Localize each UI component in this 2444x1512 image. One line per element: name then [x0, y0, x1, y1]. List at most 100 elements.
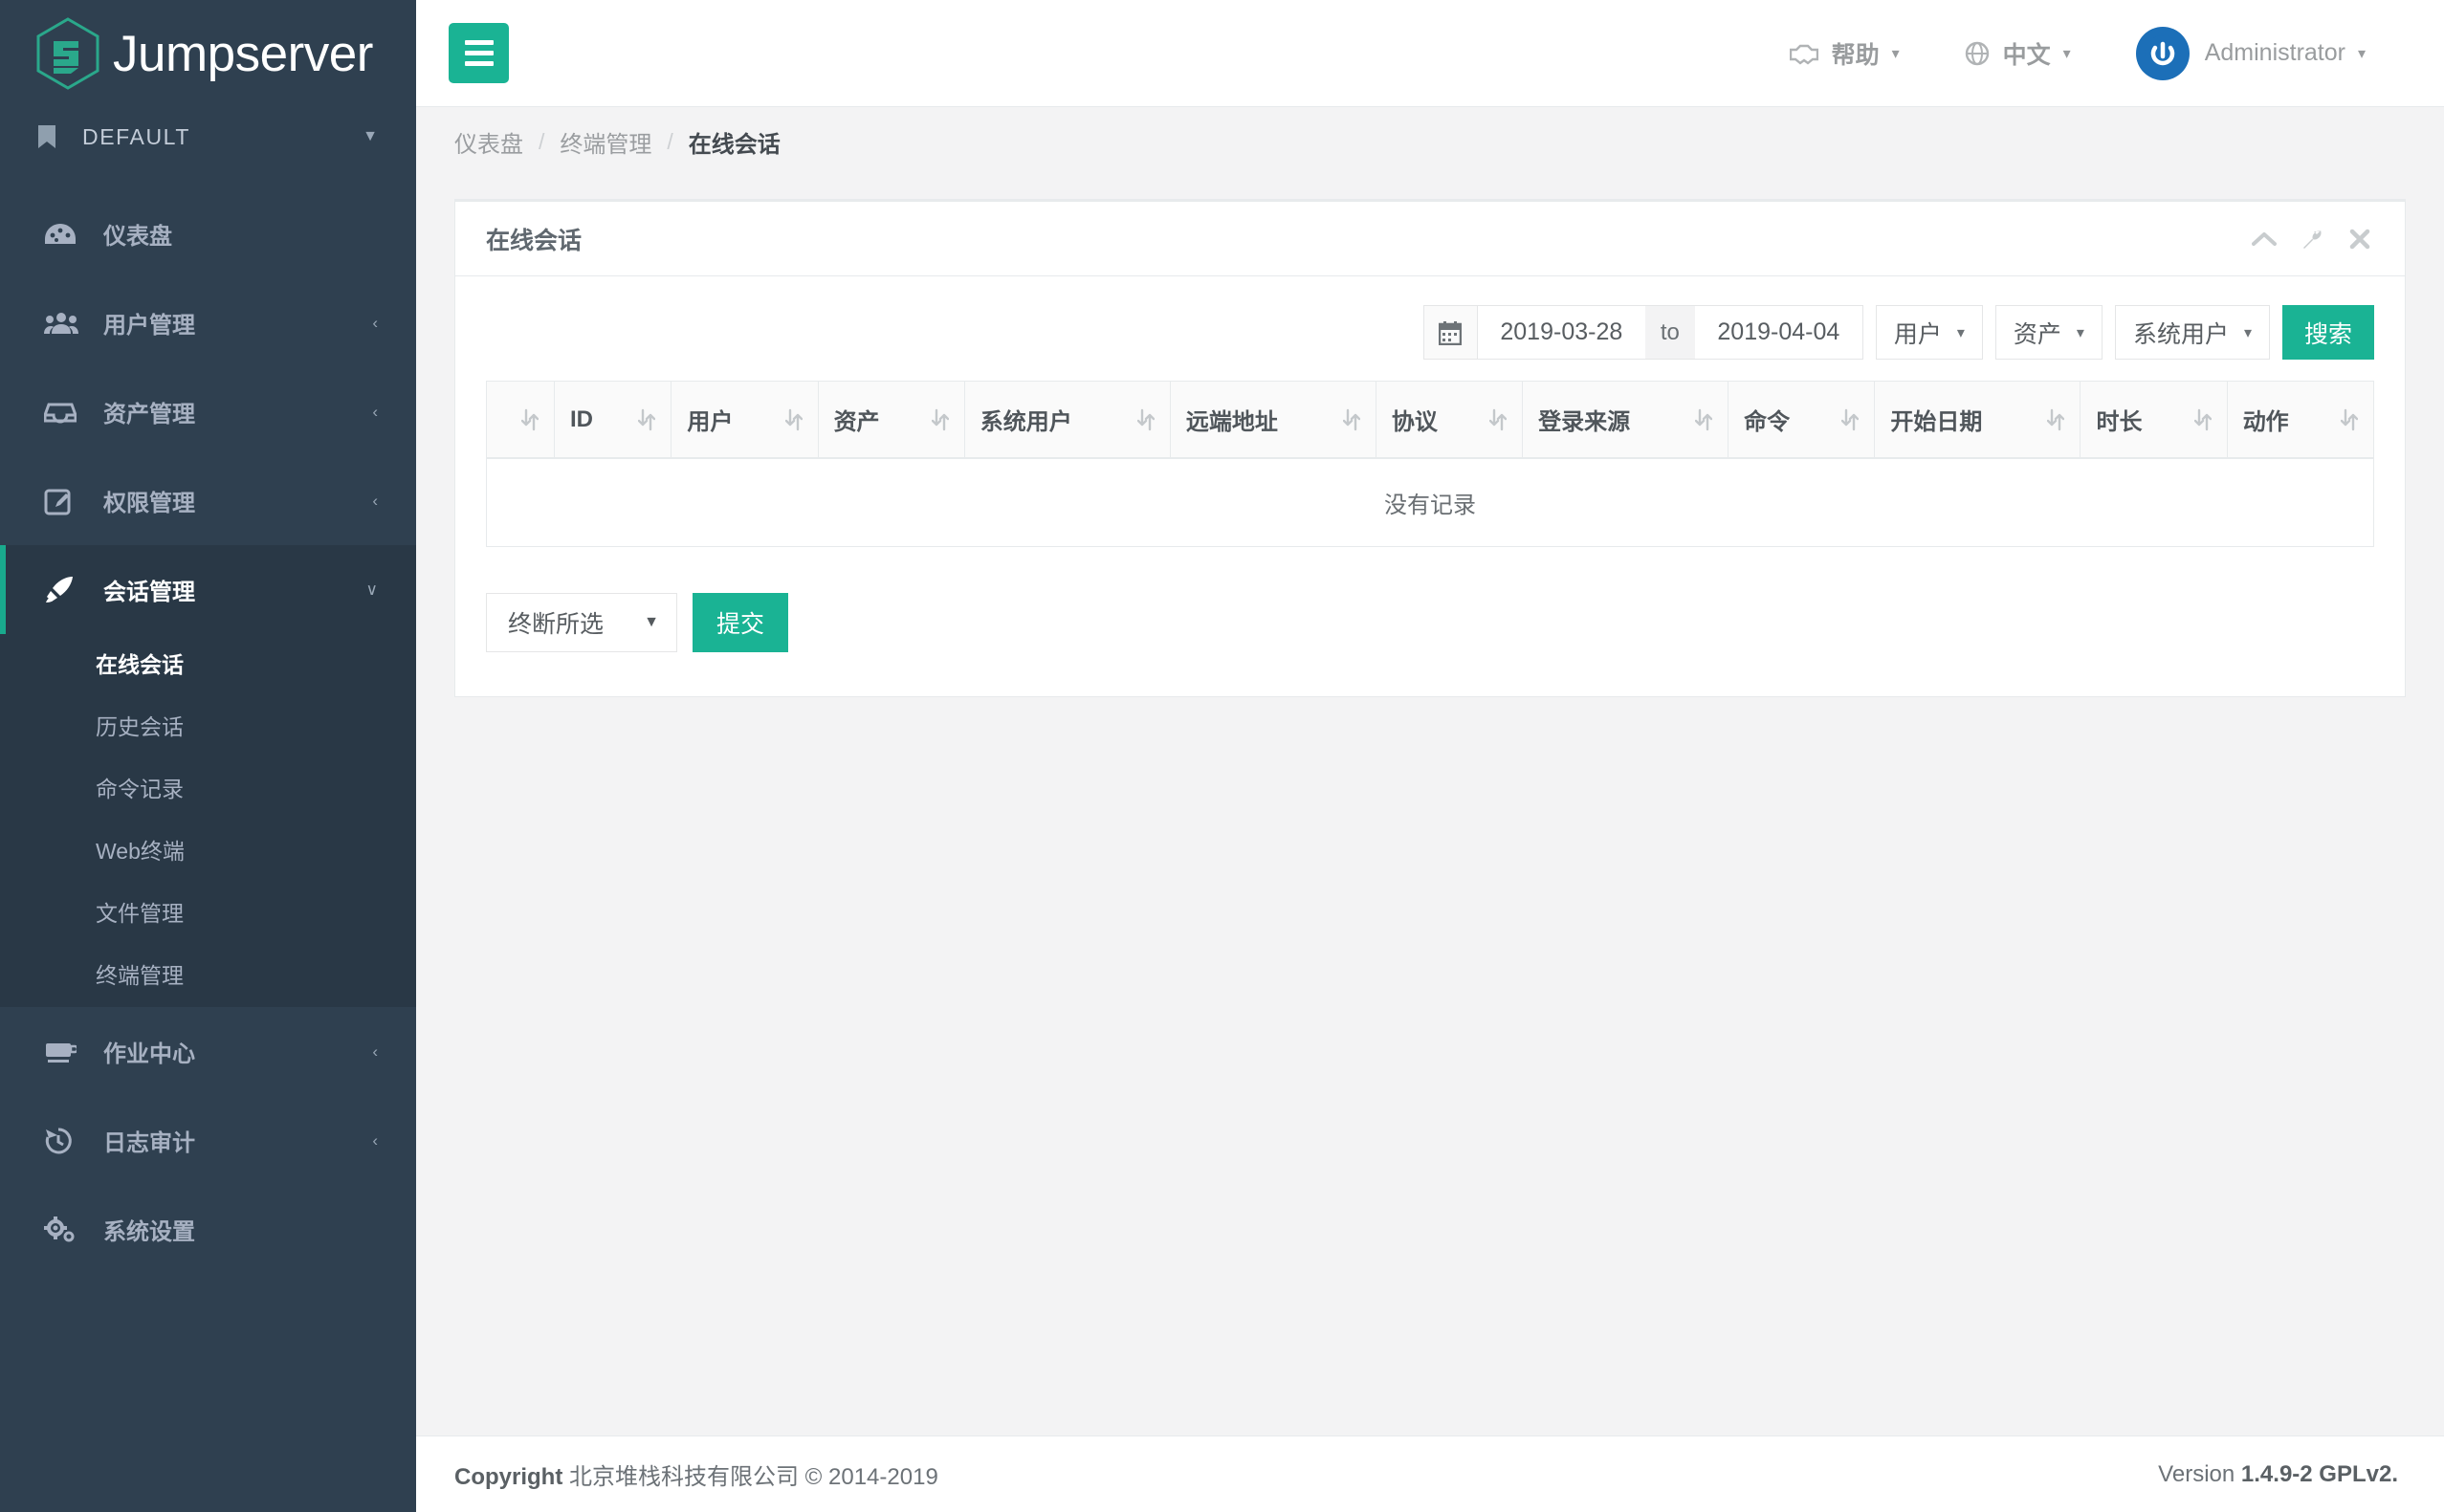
breadcrumb-item-dashboard[interactable]: 仪表盘 [454, 125, 523, 159]
sidebar-item-system-settings[interactable]: 系统设置 [0, 1185, 416, 1274]
sidebar-subitem-label[interactable]: 在线会话 [0, 634, 416, 696]
chevron-down-icon: ▼ [644, 614, 659, 630]
sidebar-subitem-label[interactable]: 终端管理 [0, 945, 416, 1007]
date-range-picker[interactable]: to [1422, 305, 1863, 360]
sidebar-item-job-center[interactable]: 作业中心 ‹ [0, 1007, 416, 1096]
hamburger-icon[interactable] [449, 23, 509, 83]
sidebar-item-permission-management[interactable]: 权限管理 ‹ [0, 456, 416, 545]
sort-icon [784, 408, 803, 431]
sort-icon [2193, 408, 2212, 431]
sort-icon [1342, 408, 1360, 431]
breadcrumb-separator: / [667, 128, 673, 154]
sidebar-item-asset-management[interactable]: 资产管理 ‹ [0, 367, 416, 456]
chevron-left-icon: ‹ [372, 1130, 378, 1150]
table-header-user[interactable]: 用户 [671, 381, 819, 459]
calendar-icon[interactable] [1423, 306, 1478, 359]
page-body: 在线会话 2019-03-28 to 2019-04-04 用户 ▾ 资产 ▾ … [416, 176, 2444, 1435]
date-from-input[interactable] [1477, 306, 1645, 359]
table-header-label: 开始日期 [1890, 409, 1983, 435]
table-header-action[interactable]: 动作 [2226, 381, 2375, 459]
sidebar-item-user-management[interactable]: 用户管理 ‹ [0, 278, 416, 367]
breadcrumb-separator: / [539, 128, 545, 154]
inbox-icon [44, 401, 84, 424]
footer-copyright: Copyright 北京堆栈科技有限公司 © 2014-2019 [454, 1457, 2158, 1491]
date-to-input[interactable] [1694, 306, 1862, 359]
sidebar-item-session-management[interactable]: 会话管理 ∨ 在线会话 历史会话 命令记录 Web终端 文件管理 终端管理 [0, 545, 416, 1007]
table-header-command[interactable]: 命令 [1728, 381, 1876, 459]
hamburger-bar [464, 61, 494, 66]
asset-filter-dropdown[interactable]: 资产 ▾ [1994, 305, 2103, 360]
org-label: DEFAULT [82, 123, 191, 149]
sidebar-item-label: 系统设置 [103, 1219, 195, 1245]
table-header-select[interactable] [486, 381, 555, 459]
user-label: Administrator [2204, 39, 2345, 66]
table-header-label: ID [570, 405, 593, 432]
footer-version-prefix: Version [2158, 1460, 2235, 1487]
close-icon[interactable] [2349, 229, 2370, 250]
table-header-label: 登录来源 [1538, 409, 1631, 435]
sidebar-subitem-label[interactable]: 文件管理 [0, 883, 416, 945]
footer-copyright-text: 北京堆栈科技有限公司 © 2014-2019 [569, 1464, 938, 1490]
chevron-down-icon: ▾ [2062, 45, 2071, 62]
sort-icon [1841, 408, 1860, 431]
collapse-icon[interactable] [2252, 230, 2277, 248]
sort-icon [1489, 408, 1508, 431]
sidebar-subitem-label[interactable]: 历史会话 [0, 696, 416, 758]
help-menu[interactable]: 帮助 ▾ [1757, 36, 1932, 71]
search-button[interactable]: 搜索 [2281, 305, 2374, 360]
sidebar-submenu-session: 在线会话 历史会话 命令记录 Web终端 文件管理 终端管理 [0, 634, 416, 1007]
sidebar-item-web-terminal[interactable]: Web终端 [0, 821, 416, 883]
sidebar-subitem-label[interactable]: Web终端 [0, 821, 416, 883]
table-empty-row: 没有记录 [486, 457, 2374, 547]
sessions-table: ID 用户 资产 系统用户 远端地址 协议 登录来源 命令 开始日期 时长 动作… [486, 381, 2375, 547]
system-user-filter-label: 系统用户 [2132, 320, 2229, 348]
org-selector[interactable]: DEFAULT ▼ [0, 107, 416, 166]
user-menu[interactable]: Administrator ▾ [2103, 26, 2398, 80]
table-header-id[interactable]: ID [553, 381, 672, 459]
sidebar-item-dashboard[interactable]: 仪表盘 [0, 189, 416, 278]
table-header-duration[interactable]: 时长 [2080, 381, 2228, 459]
table-header-remote-address[interactable]: 远端地址 [1169, 381, 1376, 459]
table-header-system-user[interactable]: 系统用户 [963, 381, 1171, 459]
table-empty-message: 没有记录 [486, 457, 2374, 547]
table-header-protocol[interactable]: 协议 [1375, 381, 1524, 459]
table-header-asset[interactable]: 资产 [817, 381, 965, 459]
chevron-down-icon: ▾ [2076, 324, 2084, 341]
globe-icon [1965, 41, 1990, 66]
language-label: 中文 [2002, 41, 2051, 69]
bulk-action-select[interactable]: 终断所选 ▼ [486, 593, 677, 652]
user-filter-dropdown[interactable]: 用户 ▾ [1875, 305, 1983, 360]
sort-icon [521, 408, 539, 431]
filter-toolbar: to 用户 ▾ 资产 ▾ 系统用户 ▾ [486, 305, 2374, 360]
sidebar-item-history-sessions[interactable]: 历史会话 [0, 696, 416, 758]
sidebar-item-log-audit[interactable]: 日志审计 ‹ [0, 1096, 416, 1185]
panel-header: 在线会话 [455, 202, 2405, 276]
table-head: ID 用户 资产 系统用户 远端地址 协议 登录来源 命令 开始日期 时长 动作 [486, 381, 2375, 459]
sidebar-item-terminal-management[interactable]: 终端管理 [0, 945, 416, 1007]
panel-body: to 用户 ▾ 资产 ▾ 系统用户 ▾ [455, 276, 2405, 696]
table-header-login-source[interactable]: 登录来源 [1522, 381, 1729, 459]
footer-version: Version 1.4.9-2 GPLv2. [2158, 1461, 2398, 1488]
brand[interactable]: Jumpserver [0, 0, 416, 107]
footer-version-value: 1.4.9-2 GPLv2. [2240, 1460, 2398, 1487]
power-avatar-icon [2135, 26, 2190, 80]
topbar-actions: 帮助 ▾ 中文 ▾ Administrator ▾ [1757, 26, 2398, 80]
table-header-start-date[interactable]: 开始日期 [1874, 381, 2081, 459]
chevron-left-icon: ‹ [372, 1041, 378, 1061]
table-body: 没有记录 [486, 457, 2374, 547]
sidebar-item-online-sessions[interactable]: 在线会话 [0, 634, 416, 696]
system-user-filter-dropdown[interactable]: 系统用户 ▾ [2114, 305, 2270, 360]
users-icon [44, 311, 84, 336]
jumpserver-logo-icon [34, 16, 101, 91]
sidebar-subitem-label[interactable]: 命令记录 [0, 758, 416, 821]
submit-button[interactable]: 提交 [693, 593, 789, 652]
table-header-label: 资产 [833, 409, 880, 435]
language-menu[interactable]: 中文 ▾ [1932, 36, 2103, 71]
wrench-icon[interactable] [2301, 228, 2324, 251]
breadcrumb-item-terminal-management[interactable]: 终端管理 [560, 125, 651, 159]
sidebar-item-file-management[interactable]: 文件管理 [0, 883, 416, 945]
sidebar-item-command-records[interactable]: 命令记录 [0, 758, 416, 821]
panel-tools [2252, 228, 2370, 251]
table-header-label: 系统用户 [980, 409, 1072, 435]
table-header-label: 远端地址 [1185, 409, 1278, 435]
